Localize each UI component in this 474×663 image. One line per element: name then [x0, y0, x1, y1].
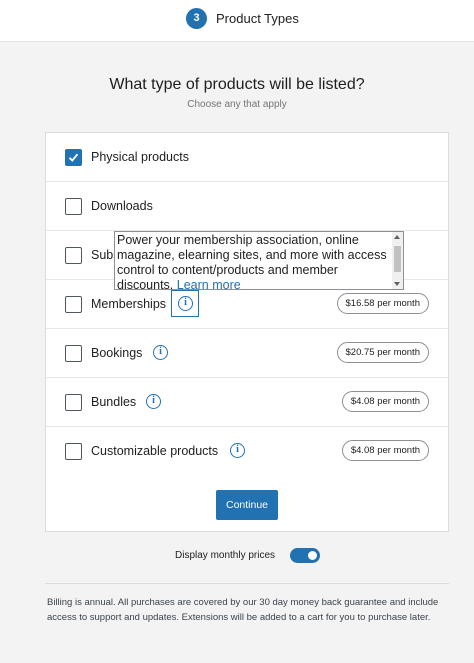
info-icon[interactable]: i	[146, 394, 161, 409]
billing-note: Billing is annual. All purchases are cov…	[47, 597, 439, 623]
info-icon[interactable]: i	[153, 345, 168, 360]
membership-tooltip: Power your membership association, onlin…	[114, 231, 404, 290]
scroll-up-arrow-icon[interactable]	[394, 235, 400, 239]
monthly-prices-label: Display monthly prices	[175, 550, 276, 561]
physical-products-checkbox[interactable]	[65, 149, 82, 166]
step-title: Product Types	[216, 11, 299, 26]
tooltip-scrollbar[interactable]	[392, 232, 403, 289]
learn-more-link[interactable]: Learn more	[177, 278, 241, 289]
info-icon[interactable]: i	[230, 443, 245, 458]
step-number-badge: 3	[186, 8, 207, 29]
info-icon: i	[178, 296, 193, 311]
page-subtitle: Choose any that apply	[187, 99, 287, 110]
monthly-prices-toggle[interactable]	[290, 548, 320, 563]
price-badge: $20.75 per month	[336, 342, 429, 363]
wizard-header: 3 Product Types	[0, 0, 474, 42]
product-row-customizable[interactable]: Customizable products i $4.08 per month	[46, 427, 448, 476]
product-types-card: Physical products Downloads Subs Members…	[45, 132, 449, 532]
bookings-checkbox[interactable]	[65, 345, 82, 362]
customizable-products-checkbox[interactable]	[65, 443, 82, 460]
checkmark-icon	[68, 153, 79, 162]
memberships-info-button[interactable]: i	[171, 290, 199, 317]
price-badge: $16.58 per month	[336, 293, 429, 314]
product-label: Bundles	[91, 395, 137, 409]
subscriptions-checkbox[interactable]	[65, 247, 82, 264]
product-label: Downloads	[91, 199, 153, 213]
product-label: Bookings	[91, 346, 143, 360]
price-badge: $4.08 per month	[341, 440, 429, 461]
toggle-knob	[308, 551, 317, 560]
product-row-bundles[interactable]: Bundles i $4.08 per month	[46, 378, 448, 427]
scroll-down-arrow-icon[interactable]	[394, 282, 400, 286]
tooltip-text: Power your membership association, onlin…	[117, 233, 387, 290]
product-label: Physical products	[91, 150, 189, 164]
memberships-checkbox[interactable]	[65, 296, 82, 313]
product-label: Customizable products	[91, 444, 219, 458]
page-question: What type of products will be listed?	[109, 76, 365, 93]
downloads-checkbox[interactable]	[65, 198, 82, 215]
product-label: Memberships	[91, 297, 167, 311]
product-row-bookings[interactable]: Bookings i $20.75 per month	[46, 329, 448, 378]
price-badge: $4.08 per month	[341, 391, 429, 412]
product-row-physical[interactable]: Physical products	[46, 133, 448, 182]
product-row-downloads[interactable]: Downloads	[46, 182, 448, 231]
divider	[45, 583, 449, 584]
scroll-thumb[interactable]	[394, 246, 401, 272]
bundles-checkbox[interactable]	[65, 394, 82, 411]
continue-button[interactable]: Continue	[216, 490, 278, 520]
